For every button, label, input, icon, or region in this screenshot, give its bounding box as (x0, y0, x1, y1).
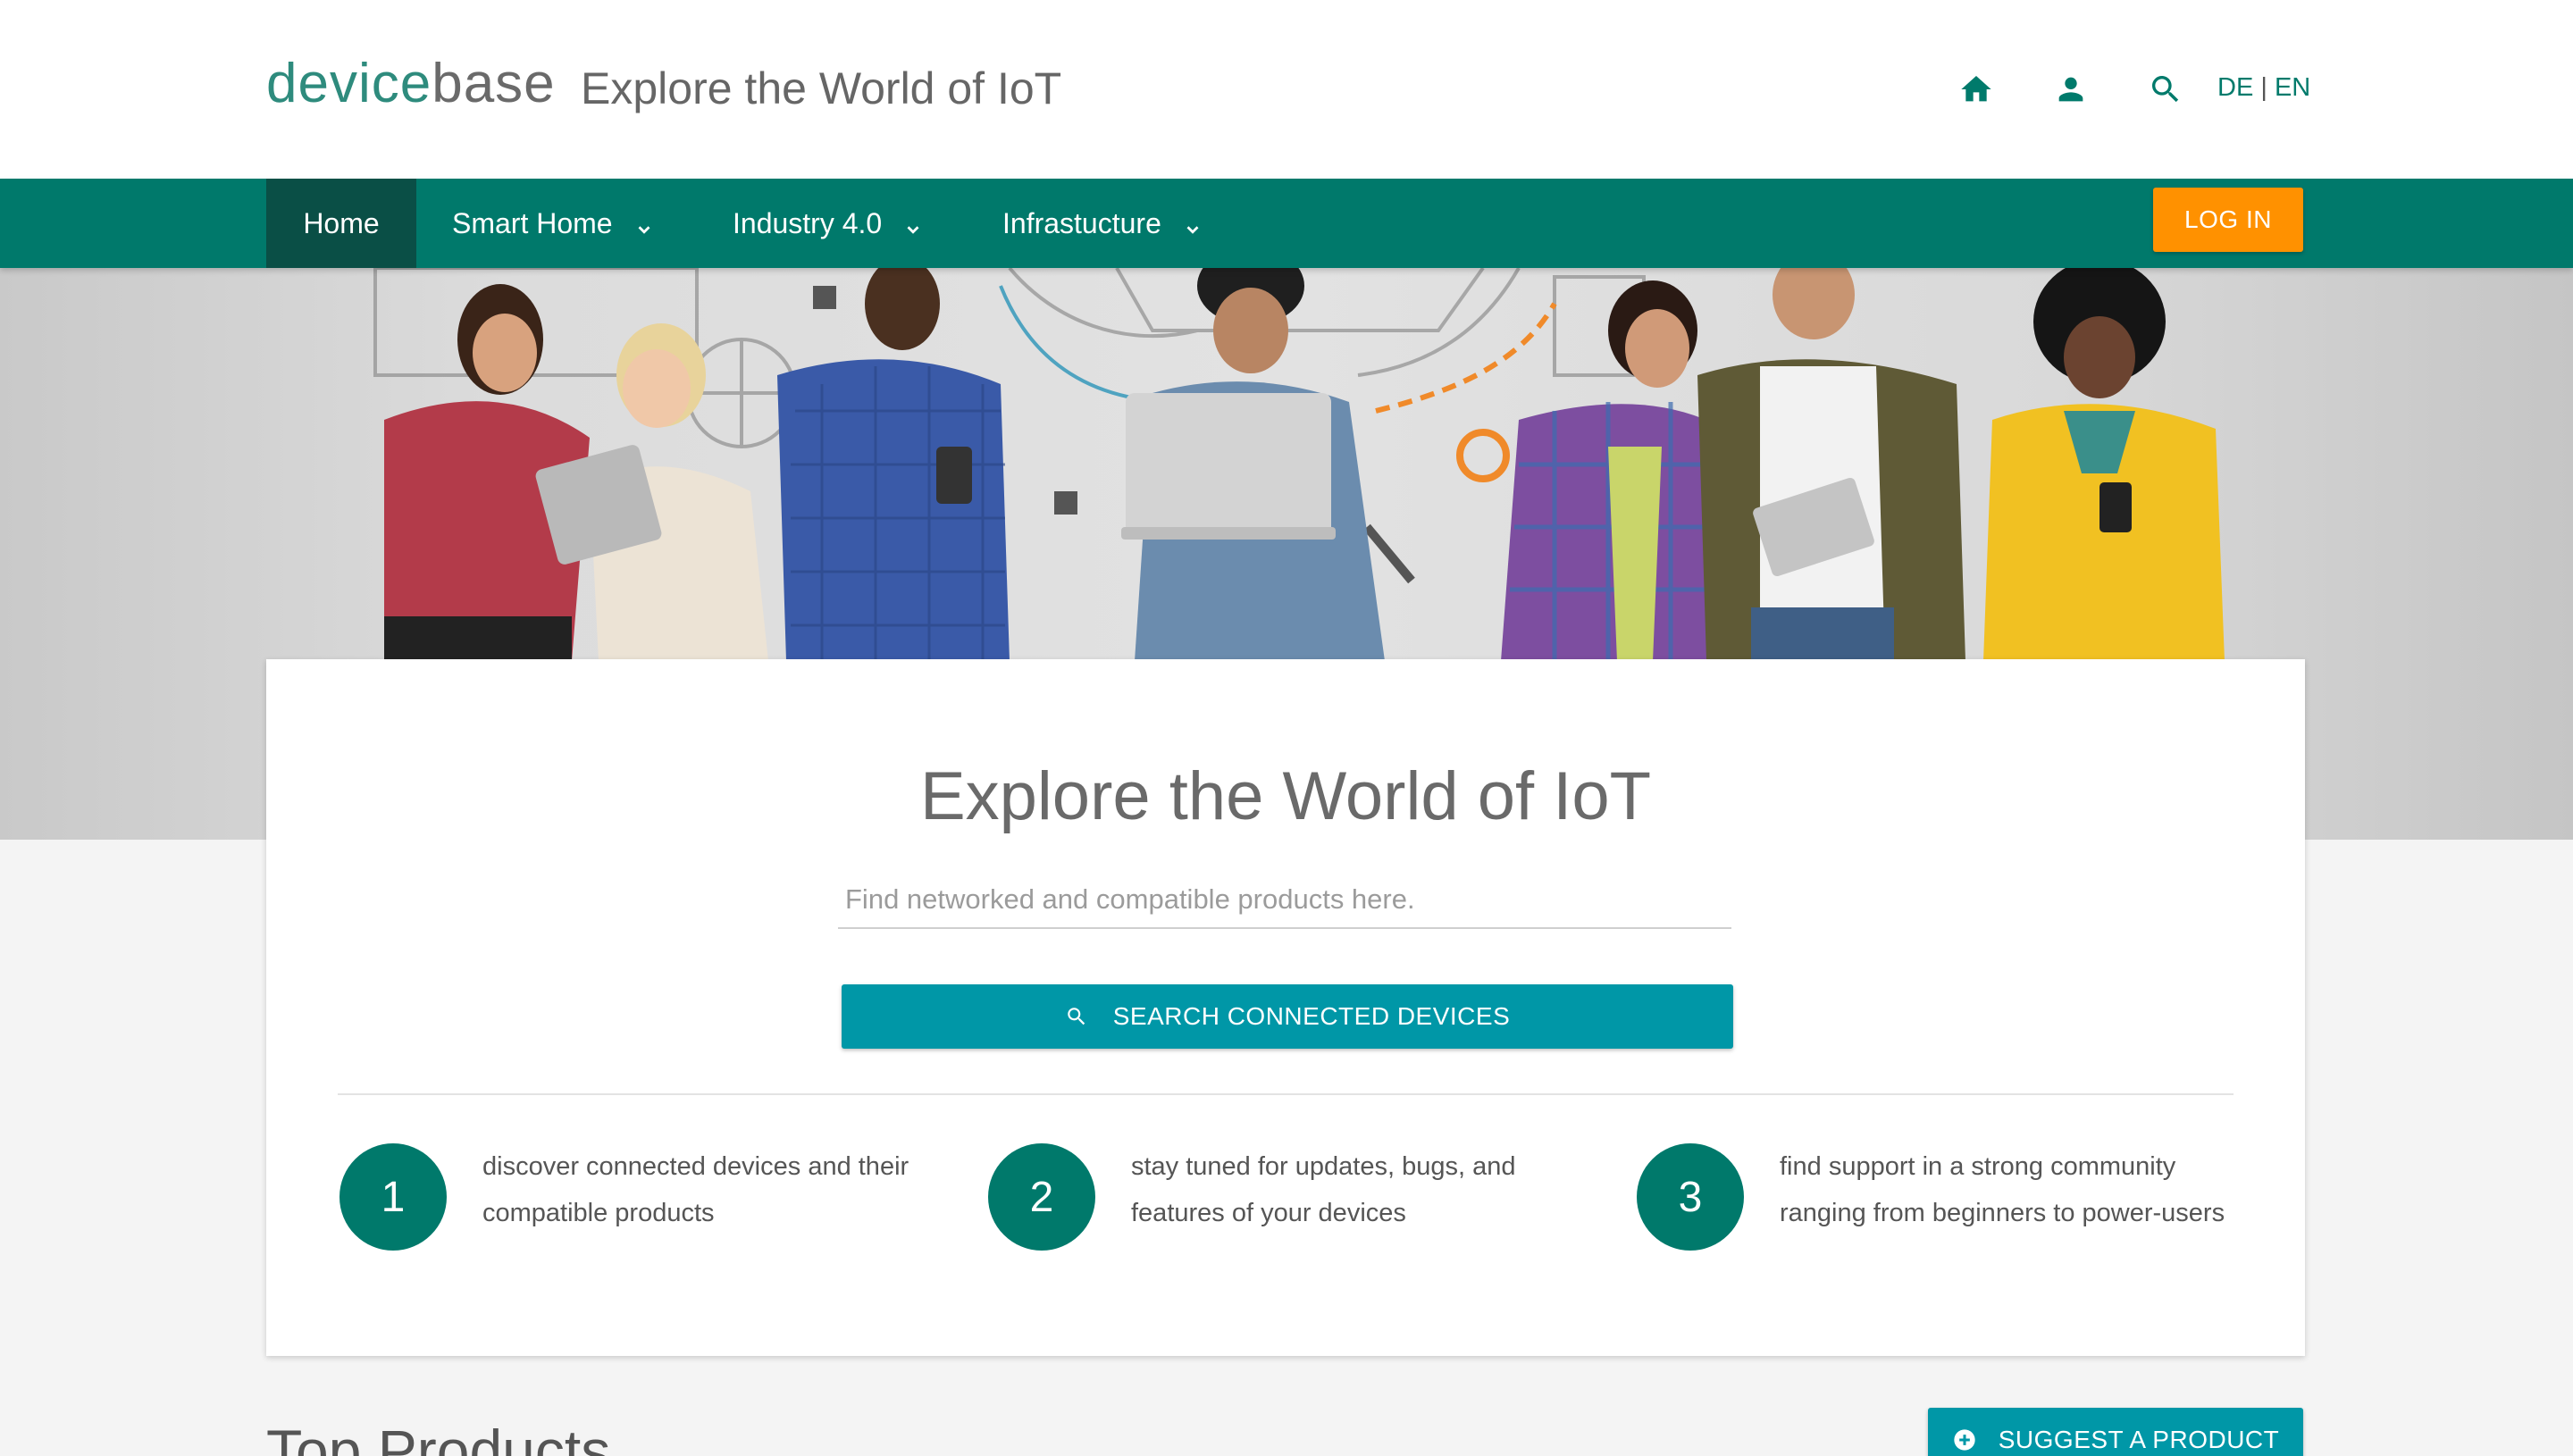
language-switcher: DE | EN (2217, 73, 2310, 103)
suggest-button-label: SUGGEST A PRODUCT (1998, 1426, 2280, 1453)
step-number: 3 (1637, 1143, 1744, 1251)
site-logo[interactable]: devicebase (266, 52, 556, 115)
chevron-down-icon (903, 213, 923, 234)
step-number: 1 (339, 1143, 447, 1251)
nav-item-label: Industry 4.0 (733, 206, 883, 239)
login-button[interactable]: LOG IN (2153, 188, 2303, 252)
chevron-down-icon (1183, 213, 1203, 234)
nav-item-smart-home[interactable]: Smart Home (452, 179, 654, 268)
nav-item-label: Smart Home (452, 206, 613, 239)
search-icon (1065, 1005, 1088, 1028)
search-devices-button[interactable]: SEARCH CONNECTED DEVICES (842, 984, 1733, 1049)
step-number: 2 (988, 1143, 1095, 1251)
add-circle-icon (1952, 1427, 1977, 1452)
card-divider (338, 1093, 2234, 1095)
step-item: 3 find support in a strong community ran… (1637, 1143, 2262, 1304)
account-icon[interactable] (2053, 71, 2089, 107)
search-icon[interactable] (2148, 71, 2183, 107)
step-text: stay tuned for updates, bugs, and featur… (1131, 1152, 1516, 1227)
top-products-heading: Top Products (266, 1418, 611, 1456)
step-text: discover connected devices and their com… (482, 1152, 909, 1227)
nav-item-label: Home (303, 206, 380, 239)
step-item: 2 stay tuned for updates, bugs, and feat… (988, 1143, 1613, 1304)
nav-item-industry[interactable]: Industry 4.0 (733, 179, 923, 268)
chevron-down-icon (634, 213, 654, 234)
nav-item-label: Infrastucture (1002, 206, 1161, 239)
search-input[interactable] (838, 872, 1731, 929)
home-icon[interactable] (1958, 71, 1994, 107)
logo-part-device: device (266, 53, 432, 114)
lang-de-link[interactable]: DE (2217, 73, 2253, 102)
suggest-product-button[interactable]: SUGGEST A PRODUCT (1928, 1408, 2303, 1456)
header-tagline: Explore the World of IoT (581, 63, 1062, 113)
nav-item-home[interactable]: Home (266, 179, 416, 268)
step-item: 1 discover connected devices and their c… (339, 1143, 965, 1304)
nav-item-infrastructure[interactable]: Infrastucture (1002, 179, 1203, 268)
step-text: find support in a strong community rangi… (1780, 1152, 2225, 1227)
card-title: Explore the World of IoT (919, 758, 1652, 834)
logo-part-base: base (432, 53, 556, 114)
search-button-label: SEARCH CONNECTED DEVICES (1112, 1002, 1511, 1030)
lang-separator: | (2260, 73, 2267, 102)
explore-card: Explore the World of IoT SEARCH CONNECTE… (266, 659, 2305, 1356)
lang-en-link[interactable]: EN (2275, 73, 2310, 102)
top-header: devicebase Explore the World of IoT DE |… (0, 0, 2573, 179)
